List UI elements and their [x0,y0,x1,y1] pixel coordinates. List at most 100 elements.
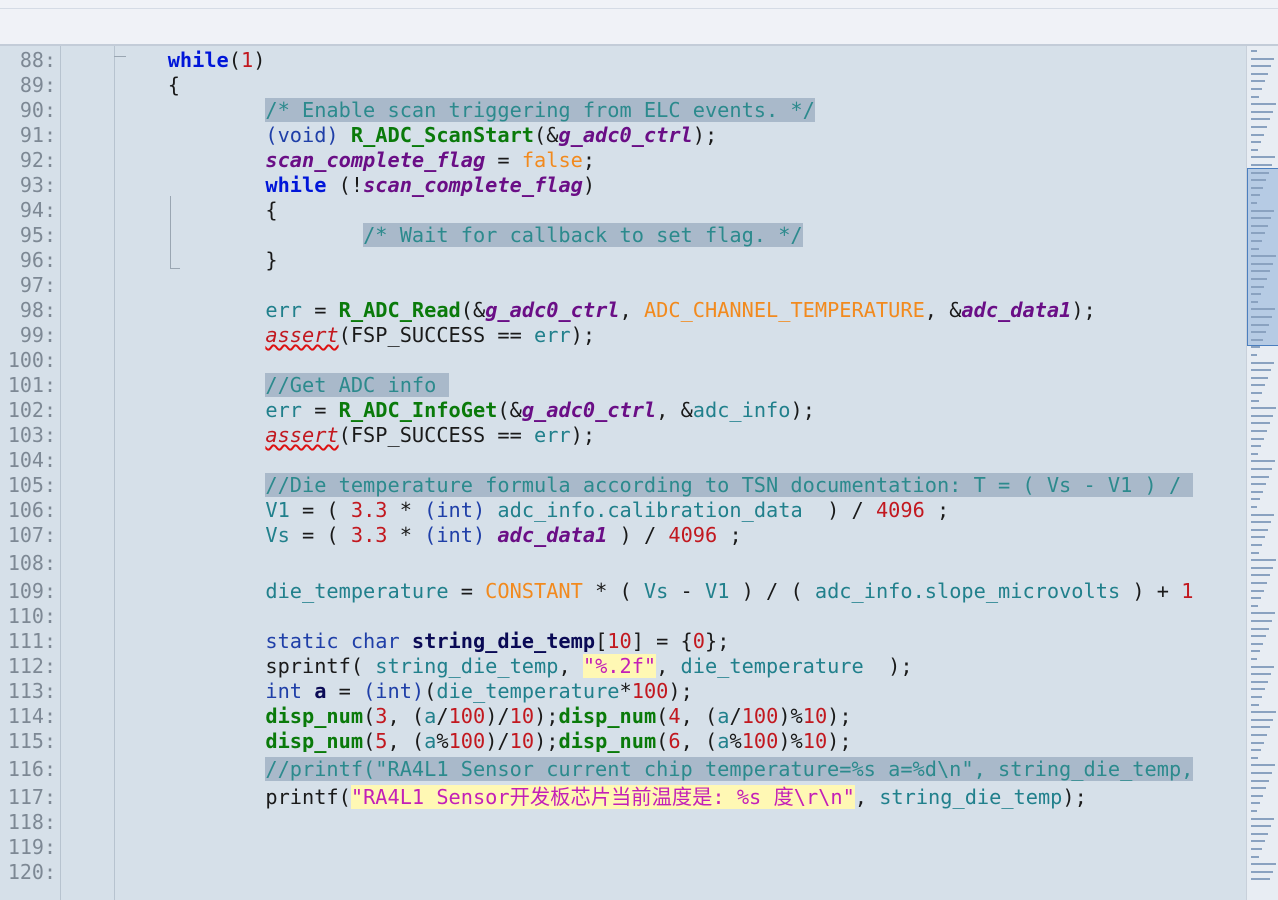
code-line[interactable]: int a = (int)(die_temperature*100); [70,677,692,705]
code-line[interactable]: (void) R_ADC_ScanStart(&g_adc0_ctrl); [70,121,717,149]
document-map-line [1251,179,1266,182]
document-map-line [1251,817,1274,820]
code-line[interactable]: disp_num(5, (a%100)/10);disp_num(6, (a%1… [70,727,851,755]
document-map-line [1251,810,1257,812]
document-map-line [1251,559,1276,562]
code-line[interactable]: die_temperature = CONSTANT * ( Vs - V1 )… [70,577,1193,605]
code-token: = [302,398,339,422]
code-token: die_temperature [680,654,864,678]
code-line[interactable]: disp_num(3, (a/100)/10);disp_num(4, (a/1… [70,702,852,730]
document-map-line [1251,392,1262,394]
line-number: 106: [7,498,56,522]
code-line[interactable]: sprintf( string_die_temp, "%.2f", die_te… [70,652,913,680]
code-line[interactable]: //Get ADC info [70,371,449,399]
document-map-line [1251,331,1266,334]
code-token: err [265,398,303,422]
code-token: err [265,298,303,322]
code-line[interactable]: while (!scan_complete_flag) [70,171,595,199]
document-map-line [1251,361,1274,364]
document-map-line [1251,612,1275,615]
code-line[interactable]: assert(FSP_SUCCESS == err); [70,421,595,449]
document-map-line [1251,346,1260,349]
code-token: / [729,704,742,728]
document-map-line [1251,262,1273,265]
document-map-line [1251,772,1272,774]
code-token: die_temperature [436,679,620,703]
code-token: 3.3 [350,523,388,547]
document-map-line [1251,521,1271,524]
code-token: , [854,785,880,809]
code-token: adc_info.calibration_data [497,498,803,522]
code-line[interactable]: } [70,246,277,274]
document-map-line [1251,202,1257,204]
document-map-line [1251,627,1269,630]
code-token: adc_data1 [497,523,608,547]
document-map-line [1251,483,1266,486]
code-token: "RA4L1 Sensor开发板芯片当前温度是: %s 度\r\n" [350,785,855,809]
code-line[interactable]: err = R_ADC_Read(&g_adc0_ctrl, ADC_CHANN… [70,296,1096,324]
document-map-line [1251,407,1276,410]
code-line[interactable]: /* Enable scan triggering from ELC event… [70,96,815,124]
document-map-line [1251,536,1265,539]
document-map-line [1251,650,1260,653]
document-map-line [1251,445,1261,448]
document-map-line [1251,498,1260,501]
document-map-line [1251,103,1276,106]
document-map-line [1251,80,1265,83]
code-line[interactable]: { [70,196,277,224]
code-line[interactable]: Vs = ( 3.3 * (int) adc_data1 ) / 4096 ; [70,521,741,549]
code-line[interactable]: V1 = ( 3.3 * (int) adc_info.calibration_… [70,496,949,524]
code-line[interactable]: assert(FSP_SUCCESS == err); [70,321,595,349]
code-token: while [167,48,229,72]
code-token: die_temperature [265,579,449,603]
document-map-line [1251,316,1272,318]
line-number: 90: [19,98,56,122]
code-token: 100 [631,679,669,703]
line-number: 105: [7,473,56,497]
code-token: 6 [668,729,681,753]
code-token: ( [424,679,437,703]
code-token: , ( [680,729,718,753]
line-number: 112: [7,654,56,678]
document-map-line [1251,384,1265,387]
code-line[interactable]: err = R_ADC_InfoGet(&g_adc0_ctrl, &adc_i… [70,396,815,424]
document-map-line [1251,171,1269,174]
code-line[interactable]: scan_complete_flag = false; [70,146,595,174]
code-line[interactable]: { [70,71,180,99]
code-token: adc_data1 [961,298,1072,322]
code-line[interactable]: //printf("RA4L1 Sensor current chip temp… [70,755,1194,783]
code-token: string_die_temp [879,785,1063,809]
document-map-line [1251,665,1274,668]
document-map-line [1251,855,1259,858]
code-token: CONSTANT [485,579,583,603]
code-line[interactable]: /* Wait for callback to set flag. */ [70,221,803,249]
line-number: 109: [7,579,56,603]
code-token: 4 [668,704,681,728]
code-token: ( [656,704,669,728]
code-token: disp_num [265,729,364,753]
code-token: ); [827,704,852,728]
code-token: ADC_CHANNEL_TEMPERATURE [643,298,925,322]
code-line[interactable]: //Die temperature formula according to T… [70,471,1194,499]
document-map-line [1251,232,1265,235]
code-editor[interactable]: 88: while(1) 89: {90: /* Enable scan trig… [0,46,1246,900]
document-map-line [1251,224,1268,227]
code-line[interactable]: static char string_die_temp[10] = {0}; [70,627,729,655]
line-number: 101: [7,373,56,397]
code-token: /* Wait for callback to set flag. */ [363,223,803,247]
code-line[interactable]: printf("RA4L1 Sensor开发板芯片当前温度是: %s 度\r\n… [70,783,1087,811]
document-map-line [1251,285,1264,288]
code-token: string_die_temp [411,629,596,653]
code-line[interactable]: while(1) [70,46,266,74]
document-map-line [1251,566,1273,569]
document-map[interactable] [1246,46,1278,900]
code-token: ); [1071,298,1096,322]
